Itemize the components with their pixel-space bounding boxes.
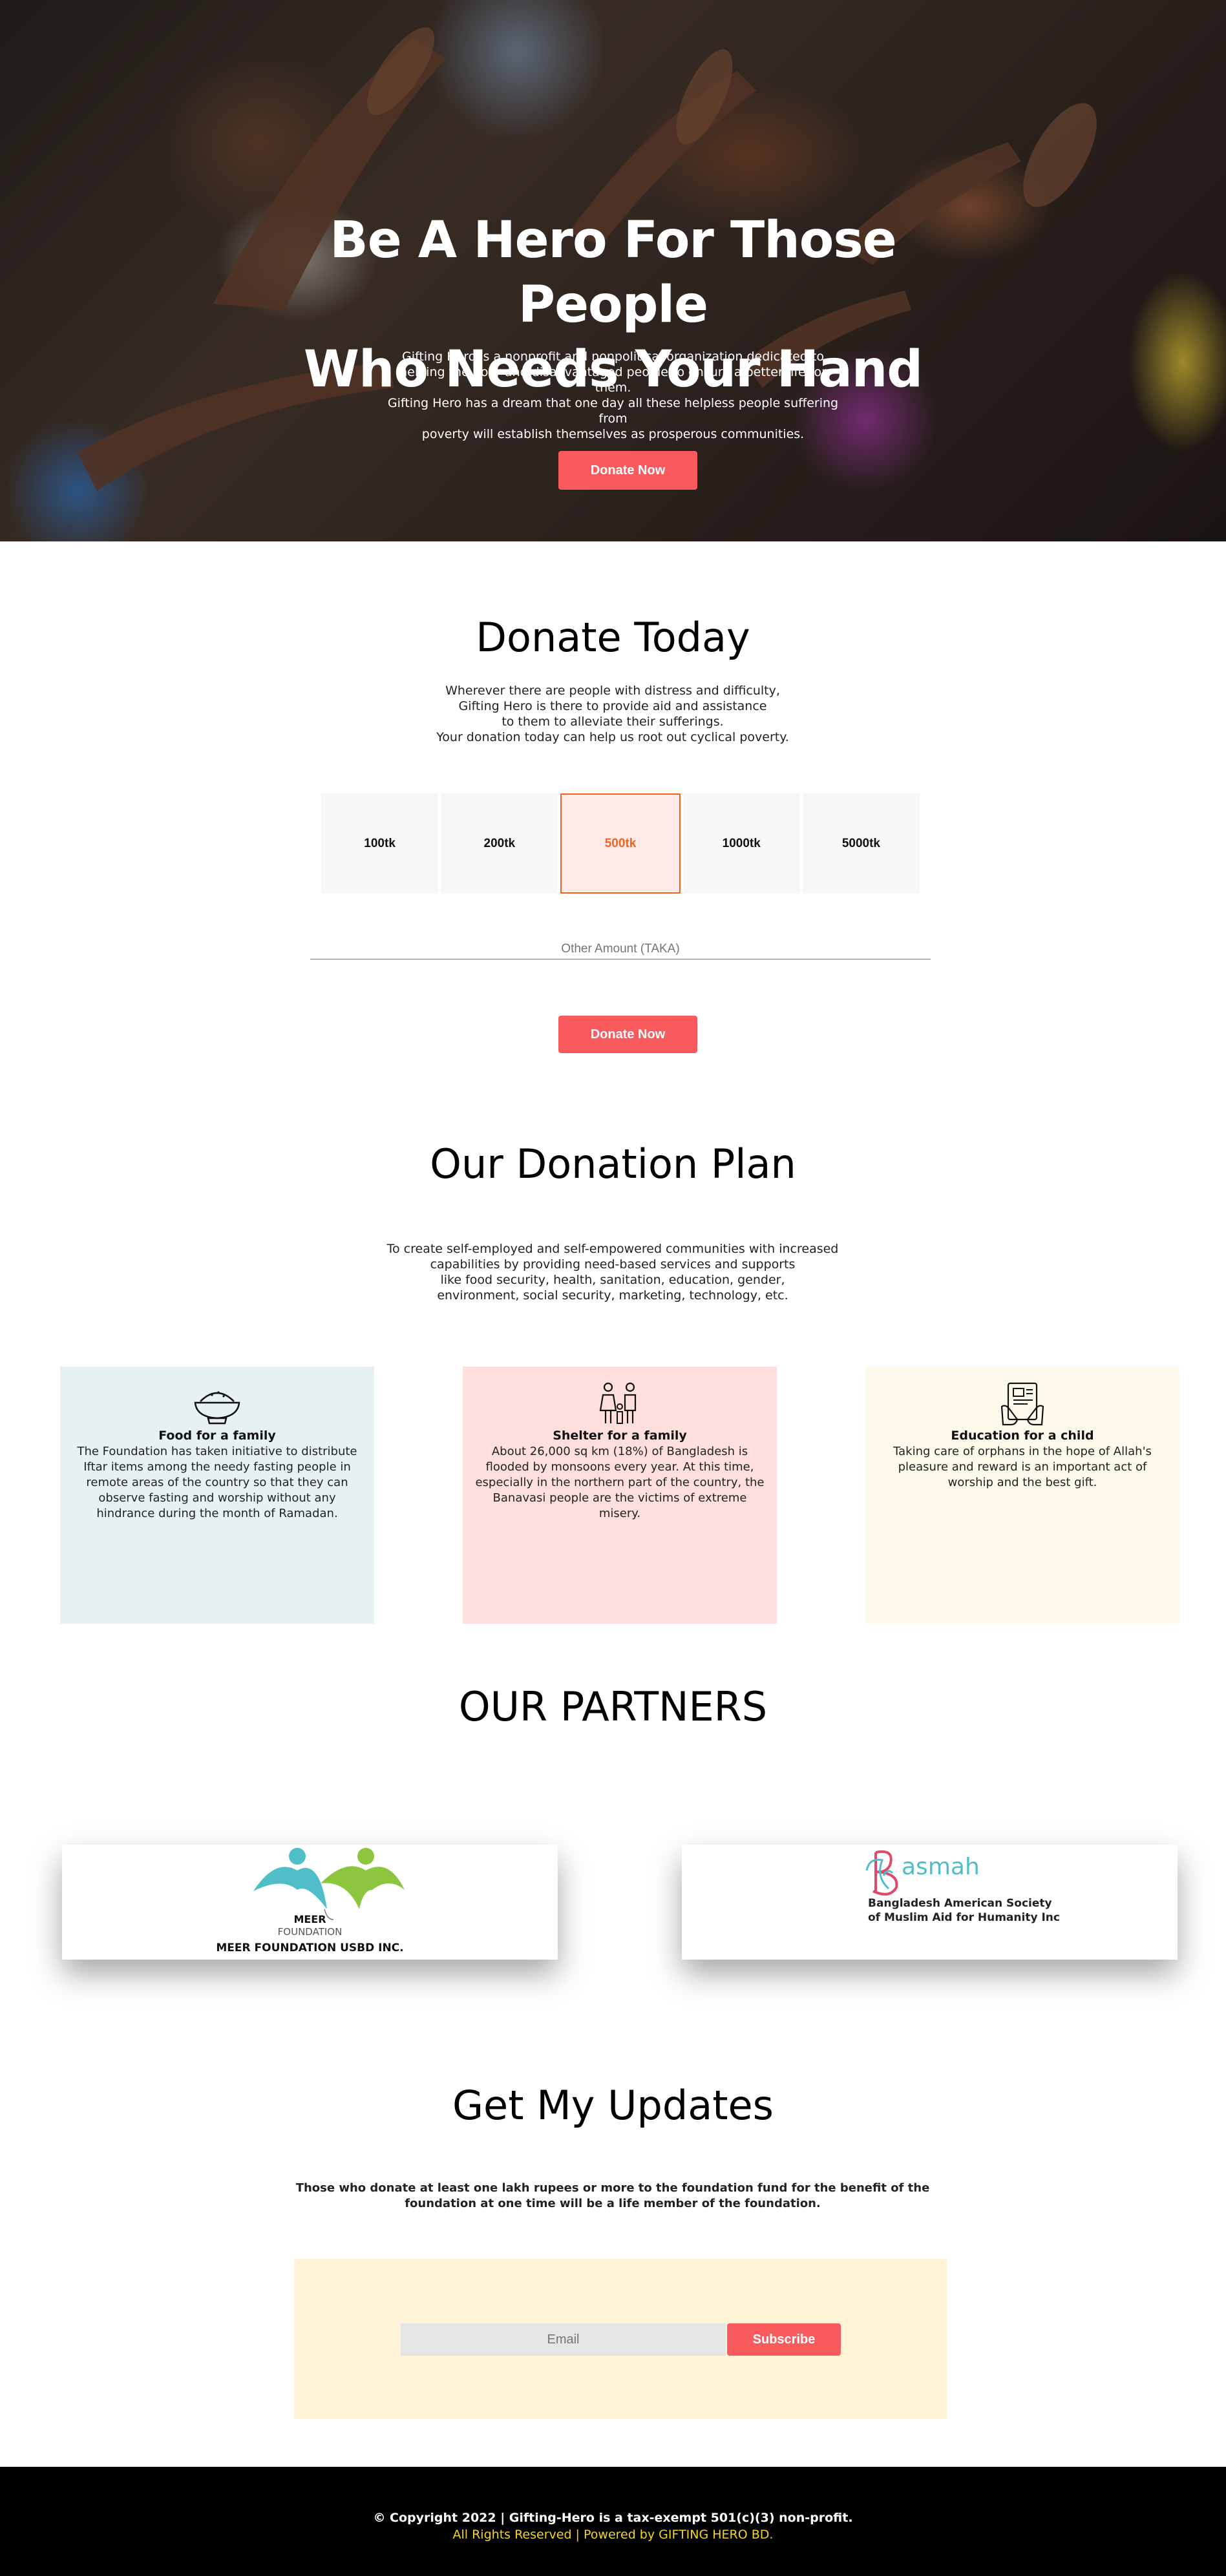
donate-now-button[interactable]: Donate Now <box>558 1016 697 1053</box>
hero-title-line-1: Be A Hero For Those People <box>330 211 896 334</box>
plan-card-text: About 26,000 sq km (18%) of Bangladesh i… <box>475 1445 765 1520</box>
tablet-education-icon <box>1000 1382 1044 1426</box>
footer: © Copyright 2022 | Gifting-Hero is a tax… <box>0 2467 1226 2576</box>
partners-title: OUR PARTNERS <box>458 1683 768 1730</box>
amount-option-100[interactable]: 100tk <box>321 793 439 894</box>
amount-option-5000[interactable]: 5000tk <box>802 793 920 894</box>
plan-card-title: Shelter for a family <box>553 1429 687 1443</box>
donate-description-line: to them to alleviate their sufferings. <box>502 715 724 729</box>
other-amount-input[interactable] <box>310 939 931 959</box>
plan-description-line: capabilities by providing need-based ser… <box>430 1257 796 1272</box>
hero-description-line: helping the poor and disadvantaged peopl… <box>399 365 827 395</box>
donation-plan-description: To create self-employed and self-empower… <box>354 1241 871 1303</box>
amount-option-1000[interactable]: 1000tk <box>682 793 800 894</box>
family-icon <box>599 1382 637 1424</box>
partner-card-meer-foundation[interactable]: MEER FOUNDATION MEER FOUNDATION USBD INC… <box>62 1845 558 1960</box>
plan-card-text: Taking care of orphans in the hope of Al… <box>893 1445 1152 1489</box>
donate-description-line: Your donation today can help us root out… <box>436 730 789 744</box>
hero-donate-now-button[interactable]: Donate Now <box>558 451 697 490</box>
subscribe-form: Subscribe <box>294 2259 947 2419</box>
donation-amount-options: 100tk 200tk 500tk 1000tk 5000tk <box>321 793 920 894</box>
updates-title: Get My Updates <box>452 2082 774 2129</box>
updates-description-line: foundation at one time will be a life me… <box>405 2197 821 2210</box>
donate-description-line: Wherever there are people with distress … <box>445 684 780 698</box>
donate-today-title: Donate Today <box>476 614 750 661</box>
plan-card-food: Food for a family The Foundation has tak… <box>60 1367 374 1624</box>
footer-copyright: © Copyright 2022 | Gifting-Hero is a tax… <box>373 2511 853 2525</box>
amount-option-500-selected[interactable]: 500tk <box>560 793 681 894</box>
hero-section: Be A Hero For Those People Who Needs You… <box>0 0 1226 541</box>
amount-option-200[interactable]: 200tk <box>441 793 558 894</box>
subscribe-button[interactable]: Subscribe <box>727 2323 841 2356</box>
partner-name-line: Bangladesh American Society <box>868 1897 1052 1910</box>
updates-description-line: Those who donate at least one lakh rupee… <box>295 2181 930 2195</box>
updates-description: Those who donate at least one lakh rupee… <box>290 2181 936 2212</box>
donation-plan-title: Our Donation Plan <box>430 1140 796 1188</box>
footer-powered-by: All Rights Reserved | Powered by GIFTING… <box>452 2528 774 2542</box>
partner-card-basmah[interactable]: asmah Bangladesh American Society of Mus… <box>682 1845 1178 1960</box>
partner-name: Bangladesh American Society of Muslim Ai… <box>868 1896 1060 1925</box>
plan-card-title: Food for a family <box>158 1429 276 1443</box>
plan-description-line: environment, social security, marketing,… <box>437 1288 788 1303</box>
hero-description-line: Gifting Hero is a nonprofit and nonpolit… <box>402 350 824 364</box>
plan-card-shelter: Shelter for a family About 26,000 sq km … <box>463 1367 777 1624</box>
hero-description-line: Gifting Hero has a dream that one day al… <box>387 396 839 426</box>
partner-logo-word: MEER <box>293 1913 326 1925</box>
partner-name: MEER FOUNDATION USBD INC. <box>216 1942 404 1954</box>
hero-description: Gifting Hero is a nonprofit and nonpolit… <box>381 349 846 442</box>
donate-description-line: Gifting Hero is there to provide aid and… <box>458 699 767 713</box>
plan-description-line: like food security, health, sanitation, … <box>440 1273 785 1287</box>
plan-card-text: The Foundation has taken initiative to d… <box>77 1445 357 1520</box>
rice-bowl-icon <box>194 1391 240 1425</box>
plan-card-education: Education for a child Taking care of orp… <box>865 1367 1179 1624</box>
hero-description-line: poverty will establish themselves as pro… <box>421 427 805 441</box>
plan-description-line: To create self-employed and self-empower… <box>386 1242 839 1256</box>
plan-card-title: Education for a child <box>951 1429 1094 1443</box>
partner-logo-word: asmah <box>902 1854 980 1880</box>
email-input[interactable] <box>401 2323 726 2356</box>
partner-name-line: of Muslim Aid for Humanity Inc <box>868 1911 1060 1924</box>
partner-logo-word: FOUNDATION <box>277 1926 343 1938</box>
donate-today-description: Wherever there are people with distress … <box>354 683 871 745</box>
